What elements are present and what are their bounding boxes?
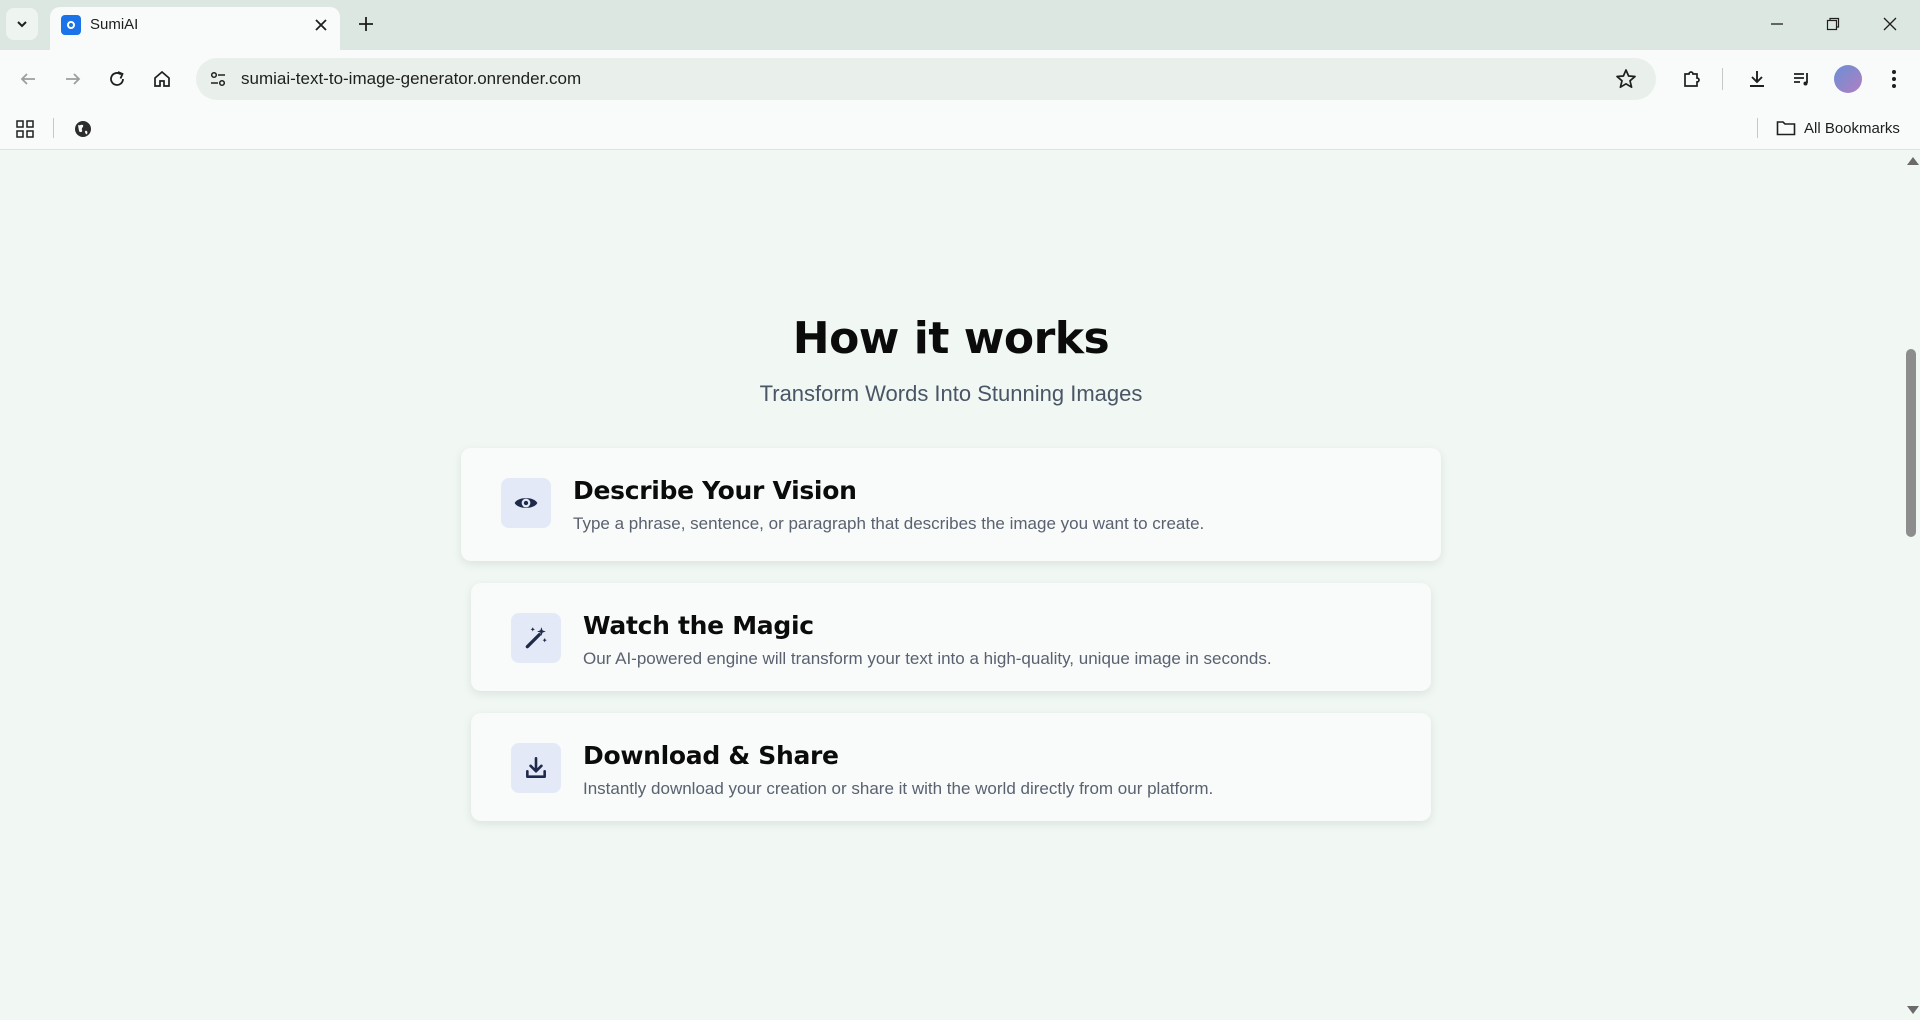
bookmark-star-icon[interactable] — [1614, 67, 1638, 91]
bookmarks-divider — [53, 118, 54, 138]
media-controls-button[interactable] — [1786, 63, 1818, 95]
tab-search-button[interactable] — [6, 8, 38, 40]
step-icon-tile — [511, 613, 561, 663]
bookmarks-bar: All Bookmarks — [0, 108, 1920, 150]
step-card-describe: Describe Your Vision Type a phrase, sent… — [461, 448, 1441, 561]
step-description: Our AI-powered engine will transform you… — [583, 649, 1272, 668]
scroll-down-arrow-icon[interactable] — [1907, 1006, 1919, 1014]
apps-button[interactable] — [9, 113, 41, 145]
bookmark-globe[interactable] — [67, 113, 99, 145]
download-icon — [526, 756, 546, 778]
new-tab-button[interactable] — [354, 12, 378, 36]
restore-button[interactable] — [1819, 10, 1847, 38]
step-card-download: Download & Share Instantly download your… — [471, 713, 1431, 821]
reload-button[interactable] — [101, 63, 133, 95]
browser-toolbar: sumiai-text-to-image-generator.onrender.… — [0, 50, 1920, 108]
all-bookmarks-label: All Bookmarks — [1804, 119, 1900, 137]
magic-wand-icon — [525, 627, 547, 649]
eye-icon — [514, 498, 538, 508]
all-bookmarks-button[interactable]: All Bookmarks — [1776, 116, 1900, 140]
folder-icon — [1776, 121, 1796, 136]
step-title: Download & Share — [583, 741, 839, 770]
apps-grid-icon — [16, 120, 34, 138]
minimize-icon — [1771, 23, 1783, 25]
scroll-thumb[interactable] — [1906, 349, 1916, 537]
reload-icon — [110, 71, 124, 86]
tab-strip: SumiAI — [0, 0, 1920, 50]
step-description: Instantly download your creation or shar… — [583, 779, 1214, 798]
section-title: How it works — [792, 313, 1110, 364]
forward-button[interactable] — [57, 63, 89, 95]
home-icon — [154, 70, 170, 87]
close-window-button[interactable] — [1876, 10, 1904, 38]
minimize-button[interactable] — [1763, 10, 1791, 38]
step-description: Type a phrase, sentence, or paragraph th… — [573, 514, 1205, 533]
extensions-button[interactable] — [1676, 63, 1708, 95]
step-title: Describe Your Vision — [573, 476, 857, 505]
download-icon — [1750, 71, 1764, 87]
close-icon — [315, 19, 327, 31]
tab-sumiai[interactable]: SumiAI — [50, 7, 340, 50]
page-content: How it works Transform Words Into Stunni… — [0, 151, 1902, 1020]
step-title: Watch the Magic — [583, 611, 814, 640]
address-bar[interactable]: sumiai-text-to-image-generator.onrender.… — [196, 58, 1656, 100]
sumiai-favicon-icon — [61, 15, 81, 35]
restore-icon — [1826, 17, 1840, 31]
chevron-down-icon — [17, 21, 27, 28]
tab-title: SumiAI — [90, 16, 139, 33]
close-tab-button[interactable] — [310, 14, 332, 36]
globe-icon — [75, 121, 91, 137]
page-scrollbar[interactable] — [1902, 151, 1920, 1020]
plus-icon — [359, 17, 373, 31]
section-subtitle: Transform Words Into Stunning Images — [759, 381, 1143, 406]
menu-button[interactable] — [1878, 63, 1910, 95]
arrow-left-icon — [20, 73, 35, 85]
more-vertical-icon — [1892, 70, 1896, 88]
close-icon — [1883, 17, 1897, 31]
home-button[interactable] — [146, 63, 178, 95]
back-button[interactable] — [12, 63, 44, 95]
site-info-button[interactable] — [202, 63, 234, 95]
bookmarks-divider — [1757, 118, 1758, 138]
tune-icon — [210, 71, 226, 87]
downloads-button[interactable] — [1741, 63, 1773, 95]
step-card-magic: Watch the Magic Our AI-powered engine wi… — [471, 583, 1431, 691]
url-text[interactable]: sumiai-text-to-image-generator.onrender.… — [241, 69, 581, 89]
toolbar-divider — [1722, 68, 1723, 90]
step-icon-tile — [511, 743, 561, 793]
arrow-right-icon — [66, 73, 81, 85]
playlist-icon — [1794, 73, 1808, 86]
profile-avatar[interactable] — [1834, 65, 1862, 93]
scroll-up-arrow-icon[interactable] — [1907, 157, 1919, 165]
step-icon-tile — [501, 478, 551, 528]
puzzle-icon — [1684, 71, 1700, 87]
